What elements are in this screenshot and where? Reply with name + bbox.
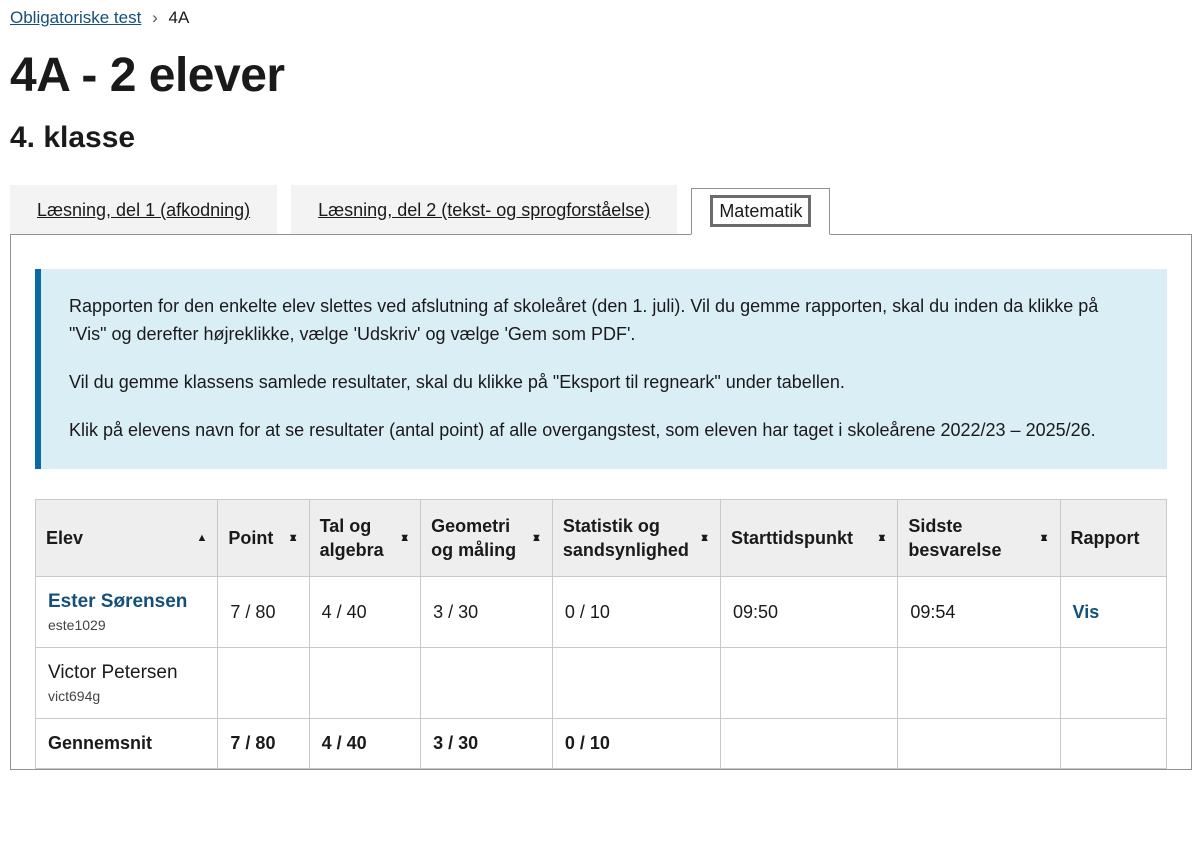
avg-tal: 4 / 40 bbox=[309, 719, 420, 769]
cell-tal: 4 / 40 bbox=[309, 577, 420, 648]
table-row-average: Gennemsnit 7 / 80 4 / 40 3 / 30 0 / 10 bbox=[36, 719, 1167, 769]
cell-statistik bbox=[552, 648, 720, 719]
cell-sidste: 09:54 bbox=[898, 577, 1060, 648]
tab-label: Læsning, del 2 (tekst- og sprogforståels… bbox=[318, 200, 650, 220]
cell-start bbox=[721, 648, 898, 719]
col-header-sidste-besvarelse[interactable]: Sidste besvarelse bbox=[898, 499, 1060, 577]
cell-statistik: 0 / 10 bbox=[552, 577, 720, 648]
avg-geometri: 3 / 30 bbox=[421, 719, 553, 769]
cell-rapport bbox=[1060, 648, 1166, 719]
cell-geometri: 3 / 30 bbox=[421, 577, 553, 648]
rapport-vis-link[interactable]: Vis bbox=[1073, 602, 1100, 622]
info-text: Klik på elevens navn for at se resultate… bbox=[69, 417, 1139, 445]
col-header-statistik[interactable]: Statistik og sandsynlighed bbox=[552, 499, 720, 577]
tab-matematik[interactable]: Matematik bbox=[691, 188, 830, 235]
tabs: Læsning, del 1 (afkodning) Læsning, del … bbox=[10, 185, 1192, 235]
student-name: Victor Petersen bbox=[48, 662, 178, 683]
info-text: Vil du gemme klassens samlede resultater… bbox=[69, 369, 1139, 397]
sub-title: 4. klasse bbox=[10, 121, 1192, 155]
student-id: este1029 bbox=[48, 617, 205, 633]
col-header-point[interactable]: Point bbox=[218, 499, 309, 577]
info-box: Rapporten for den enkelte elev slettes v… bbox=[35, 269, 1167, 469]
tab-laesning-del1[interactable]: Læsning, del 1 (afkodning) bbox=[10, 185, 277, 235]
avg-point: 7 / 80 bbox=[218, 719, 309, 769]
col-header-label: Geometri og måling bbox=[431, 514, 523, 563]
breadcrumb-parent-link[interactable]: Obligatoriske test bbox=[10, 8, 141, 27]
avg-statistik: 0 / 10 bbox=[552, 719, 720, 769]
avg-label: Gennemsnit bbox=[36, 719, 218, 769]
cell-geometri bbox=[421, 648, 553, 719]
col-header-elev[interactable]: Elev bbox=[36, 499, 218, 577]
table-row: Victor Petersen vict694g bbox=[36, 648, 1167, 719]
col-header-geometri[interactable]: Geometri og måling bbox=[421, 499, 553, 577]
tab-laesning-del2[interactable]: Læsning, del 2 (tekst- og sprogforståels… bbox=[291, 185, 677, 235]
cell-sidste bbox=[898, 648, 1060, 719]
cell-point bbox=[218, 648, 309, 719]
cell-point: 7 / 80 bbox=[218, 577, 309, 648]
student-name-link[interactable]: Ester Sørensen bbox=[48, 591, 187, 612]
results-table: Elev Point Tal og algebra bbox=[35, 499, 1167, 770]
col-header-label: Point bbox=[228, 526, 279, 550]
student-id: vict694g bbox=[48, 688, 205, 704]
col-header-label: Rapport bbox=[1071, 526, 1156, 550]
col-header-label: Starttidspunkt bbox=[731, 526, 868, 550]
col-header-rapport: Rapport bbox=[1060, 499, 1166, 577]
cell-tal bbox=[309, 648, 420, 719]
col-header-starttidspunkt[interactable]: Starttidspunkt bbox=[721, 499, 898, 577]
col-header-label: Elev bbox=[46, 526, 189, 550]
col-header-tal-og-algebra[interactable]: Tal og algebra bbox=[309, 499, 420, 577]
col-header-label: Tal og algebra bbox=[320, 514, 392, 563]
breadcrumb: Obligatoriske test › 4A bbox=[10, 8, 1192, 28]
tab-panel: Rapporten for den enkelte elev slettes v… bbox=[10, 234, 1192, 770]
tab-label: Læsning, del 1 (afkodning) bbox=[37, 200, 250, 220]
col-header-label: Statistik og sandsynlighed bbox=[563, 514, 691, 563]
page-title: 4A - 2 elever bbox=[10, 48, 1192, 103]
breadcrumb-current: 4A bbox=[168, 8, 189, 27]
col-header-label: Sidste besvarelse bbox=[908, 514, 1030, 563]
table-row: Ester Sørensen este1029 7 / 80 4 / 40 3 … bbox=[36, 577, 1167, 648]
tab-label: Matematik bbox=[710, 195, 811, 227]
info-text: Rapporten for den enkelte elev slettes v… bbox=[69, 293, 1139, 349]
chevron-right-icon: › bbox=[152, 8, 158, 28]
cell-start: 09:50 bbox=[721, 577, 898, 648]
